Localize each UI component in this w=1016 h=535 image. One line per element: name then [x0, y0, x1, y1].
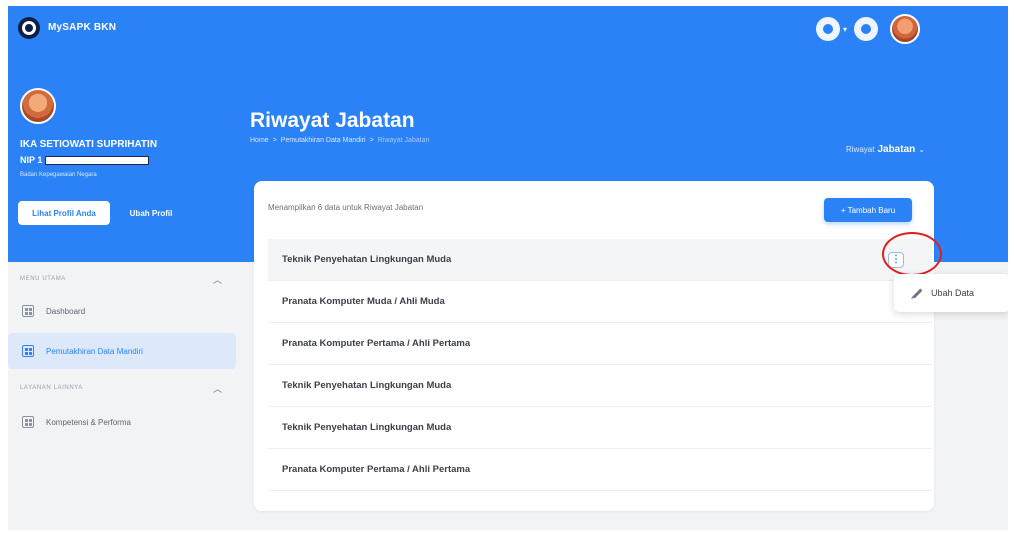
sidebar-item-label: Dashboard — [46, 306, 86, 316]
list-item[interactable]: Teknik Penyehatan Lingkungan Muda ⋮ — [268, 239, 932, 281]
dropdown-value: Jabatan — [877, 144, 916, 155]
app-logo[interactable] — [18, 17, 40, 39]
sidebar-section-main: MENU UTAMA — [20, 276, 66, 282]
list-item[interactable]: Teknik Penyehatan Lingkungan Muda — [268, 365, 932, 407]
job-title: Pranata Komputer Pertama / Ahli Pertama — [282, 464, 471, 475]
breadcrumb: Home > Pemutakhiran Data Mandiri > Riway… — [250, 137, 429, 144]
profile-organization: Badan Kepegawaian Negara — [20, 172, 97, 178]
breadcrumb-data-update[interactable]: Pemutakhiran Data Mandiri — [281, 137, 366, 144]
chevron-down-icon: ⌄ — [918, 145, 925, 154]
nip-redaction — [45, 155, 150, 165]
chevron-up-icon[interactable]: ︿ — [213, 382, 222, 395]
job-history-card: Menampilkan 6 data untuk Riwayat Jabatan… — [254, 181, 934, 511]
sidebar-section-other: LAYANAN LAINNYA — [20, 385, 84, 391]
sidebar-item-label: Kompetensi & Performa — [46, 417, 131, 427]
results-summary: Menampilkan 6 data untuk Riwayat Jabatan — [268, 203, 424, 212]
list-item[interactable]: Teknik Penyehatan Lingkungan Muda — [268, 407, 932, 449]
edit-profile-button[interactable]: Ubah Profil — [120, 201, 182, 225]
profile-name: IKA SETIOWATI SUPRIHATIN — [20, 139, 158, 150]
breadcrumb-home[interactable]: Home — [250, 137, 269, 144]
list-item[interactable]: Pranata Komputer Muda / Ahli Muda — [268, 281, 932, 323]
edit-data-menu-item[interactable]: Ubah Data — [931, 288, 974, 298]
notification-icon[interactable] — [854, 17, 878, 41]
sidebar-item-competency[interactable]: Kompetensi & Performa — [8, 404, 236, 440]
data-update-icon — [22, 345, 34, 357]
breadcrumb-separator: > — [272, 137, 277, 144]
list-item[interactable]: Pranata Komputer Pertama / Ahli Pertama — [268, 449, 932, 491]
nip-label: NIP 1 — [20, 155, 43, 165]
dropdown-prefix: Riwayat — [846, 145, 875, 154]
row-actions-menu: Ubah Data — [894, 274, 1008, 312]
job-title: Pranata Komputer Muda / Ahli Muda — [282, 296, 445, 307]
dashboard-icon — [22, 305, 34, 317]
job-history-list: Teknik Penyehatan Lingkungan Muda ⋮ Pran… — [268, 239, 932, 491]
pencil-icon — [912, 288, 923, 298]
chevron-up-icon[interactable]: ︿ — [213, 273, 222, 286]
list-item[interactable]: Pranata Komputer Pertama / Ahli Pertama — [268, 323, 932, 365]
app-window: MySAPK BKN ▾ IKA SETIOWATI SUPRIHATIN NI… — [8, 6, 1008, 530]
profile-avatar — [20, 88, 56, 124]
sidebar-item-dashboard[interactable]: Dashboard — [8, 293, 236, 329]
screen-frame: MySAPK BKN ▾ IKA SETIOWATI SUPRIHATIN NI… — [0, 0, 1016, 535]
breadcrumb-current: Riwayat Jabatan — [377, 137, 430, 144]
view-profile-button[interactable]: Lihat Profil Anda — [18, 201, 110, 225]
breadcrumb-separator: > — [369, 137, 374, 144]
job-title: Teknik Penyehatan Lingkungan Muda — [282, 380, 452, 391]
page-title: Riwayat Jabatan — [250, 109, 415, 132]
history-type-dropdown[interactable]: Riwayat Jabatan ⌄ — [846, 144, 925, 155]
help-icon[interactable]: ▾ — [816, 17, 847, 41]
app-title[interactable]: MySAPK BKN — [48, 22, 116, 33]
highlight-annotation-circle — [882, 232, 942, 276]
job-title: Pranata Komputer Pertama / Ahli Pertama — [282, 338, 471, 349]
sidebar-item-label: Pemutakhiran Data Mandiri — [46, 346, 143, 356]
competency-icon — [22, 416, 34, 428]
user-avatar[interactable] — [890, 14, 920, 44]
job-title: Teknik Penyehatan Lingkungan Muda — [282, 254, 452, 265]
add-new-button[interactable]: + Tambah Baru — [824, 198, 912, 222]
profile-nip: NIP 1 — [20, 155, 150, 165]
job-title: Teknik Penyehatan Lingkungan Muda — [282, 422, 452, 433]
sidebar-item-data-update[interactable]: Pemutakhiran Data Mandiri — [8, 333, 236, 369]
